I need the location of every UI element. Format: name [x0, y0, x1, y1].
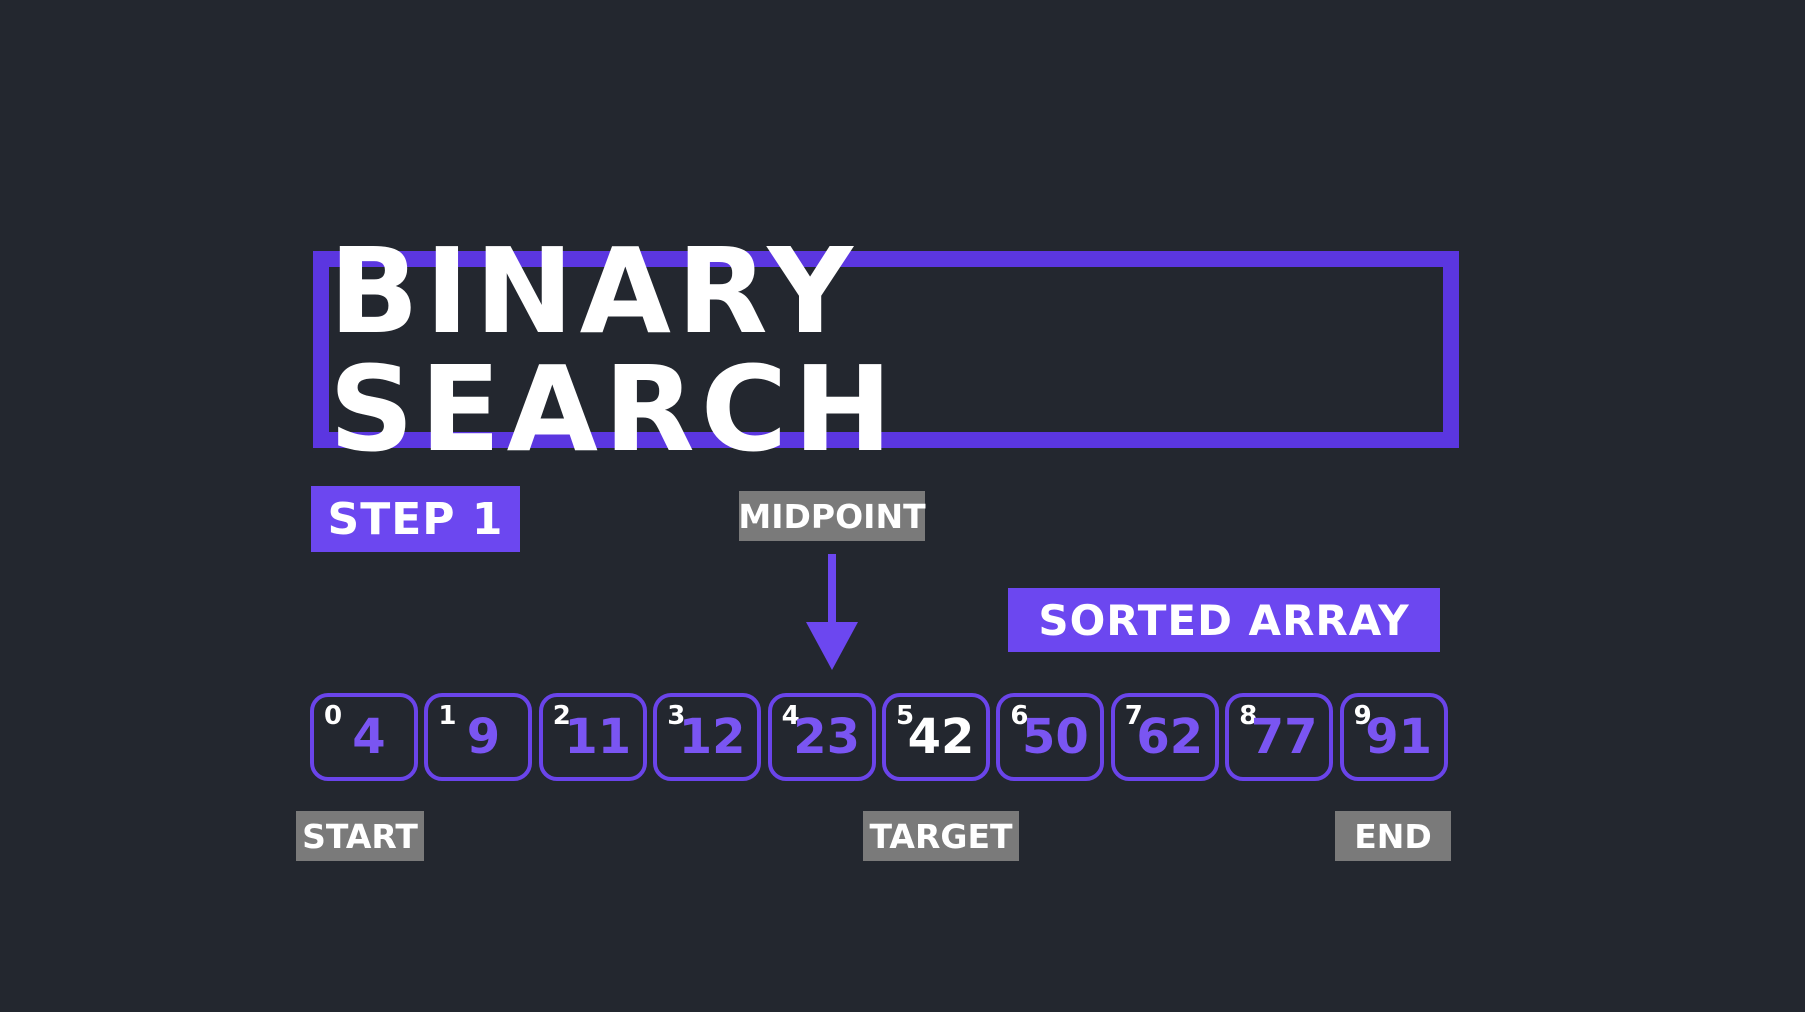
midpoint-arrow-icon: [806, 554, 858, 670]
array-cell: 19: [424, 693, 533, 781]
cell-value: 12: [678, 709, 746, 765]
target-label: Target: [863, 811, 1019, 861]
end-label: End: [1335, 811, 1451, 861]
start-label: Start: [296, 811, 424, 861]
cell-value: 9: [466, 709, 501, 765]
array-row: 0 4 1 9 2 11 3 12 4 23 5 42 6 50 7 62 8 77 9 91: [310, 693, 1448, 783]
array-cell: 4 23: [767, 693, 876, 781]
binary-search-diagram: Binary Search Step 1 Midpoint Sorted Arr…: [0, 0, 1805, 1012]
midpoint-label: Midpoint: [738, 491, 926, 541]
array-cell: 8 77: [1225, 693, 1334, 781]
cell-value: 42: [907, 709, 975, 765]
cell-value: 77: [1250, 709, 1318, 765]
array-cell: 2 11: [538, 693, 647, 781]
cell-value: 4: [352, 709, 386, 765]
cell-value: 50: [1021, 709, 1089, 765]
cell-value: 23: [793, 709, 860, 765]
array-cell: 3 12: [653, 693, 762, 781]
page-title: Binary Search: [329, 221, 899, 478]
array-cell: 5 42: [882, 693, 990, 781]
cell-value: 62: [1136, 709, 1204, 765]
cell-value: 11: [564, 709, 632, 765]
cell-value: 91: [1365, 709, 1432, 765]
array-cell: 9 91: [1339, 693, 1448, 781]
array-cell: 04: [310, 693, 418, 781]
array-cell: 6 50: [996, 693, 1105, 781]
step-label: Step 1: [311, 486, 520, 552]
title-frame: Binary Search: [313, 232, 1459, 468]
array-cell: 7 62: [1110, 693, 1219, 781]
sorted-array-label: Sorted Array: [1008, 588, 1440, 652]
